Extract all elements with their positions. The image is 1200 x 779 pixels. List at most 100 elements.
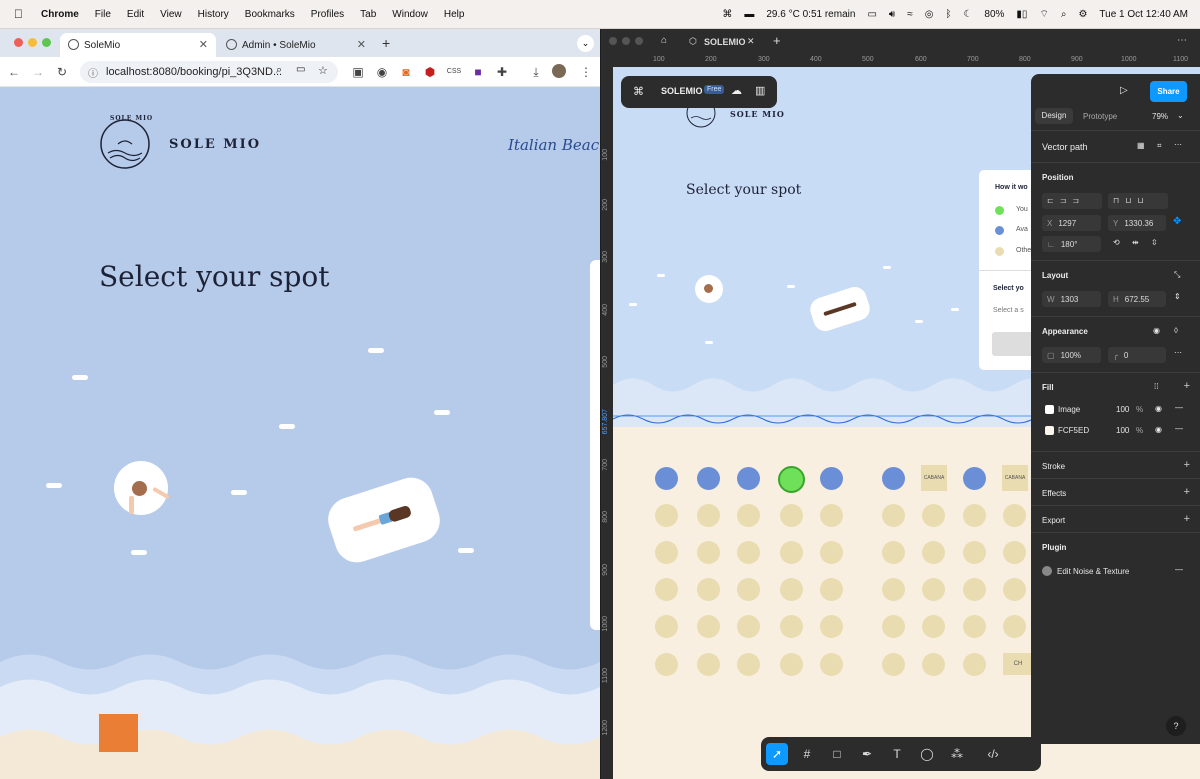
move-tool-icon[interactable]: ➚ (766, 743, 788, 765)
fill-swatch[interactable] (1045, 426, 1054, 435)
flip-vertical-icon[interactable]: ⇳ (1151, 238, 1158, 247)
more-icon[interactable]: ⋯ (1174, 348, 1182, 357)
x-field[interactable]: X 1297 (1042, 215, 1101, 231)
spot-other[interactable] (922, 578, 945, 601)
spot-other[interactable] (922, 615, 945, 638)
extension-icon[interactable]: ▣ (350, 64, 366, 80)
remove-fill-icon[interactable]: — (1175, 424, 1183, 433)
add-export-icon[interactable]: + (1184, 513, 1190, 525)
add-effect-icon[interactable]: + (1184, 486, 1190, 498)
spot-other[interactable] (922, 504, 945, 527)
zoom-lens-icon[interactable]: ⌕ (276, 64, 282, 77)
camera-icon[interactable]: ◉ (374, 64, 390, 80)
spot-available[interactable] (882, 467, 905, 490)
spot-other[interactable] (963, 504, 986, 527)
display-icon[interactable]: ▭ (867, 9, 876, 20)
spot-other[interactable] (963, 541, 986, 564)
profile-avatar[interactable] (552, 64, 566, 78)
cabana[interactable]: CABANA (1002, 465, 1028, 491)
home-icon[interactable]: ⌂ (661, 35, 667, 46)
spot-other[interactable] (882, 615, 905, 638)
fill-row[interactable]: FCF5ED 100 % (1042, 423, 1143, 439)
file-name[interactable]: SOLEMIO (661, 86, 703, 96)
menu-history[interactable]: History (190, 9, 237, 20)
spot-other[interactable] (882, 578, 905, 601)
spot-available[interactable] (820, 467, 843, 490)
new-tab-icon[interactable]: + (382, 35, 390, 51)
bluetooth-icon[interactable]: ᛒ (945, 9, 951, 20)
tab-search-icon[interactable]: ⌄ (577, 35, 594, 52)
spot-other[interactable] (820, 541, 843, 564)
align-horizontal-group[interactable]: ⊏⊐⊐ (1042, 193, 1102, 209)
more-icon[interactable]: ⋯ (1174, 140, 1182, 149)
spot-other[interactable] (697, 504, 720, 527)
puzzle-icon[interactable]: ✚ (494, 64, 510, 80)
rss-icon[interactable]: ◙ (398, 64, 414, 80)
adblock-icon[interactable]: ⬢ (422, 64, 438, 80)
spot-other[interactable] (820, 578, 843, 601)
eye-icon[interactable]: ◉ (1155, 404, 1162, 413)
zoom-window-button[interactable] (42, 38, 51, 47)
present-icon[interactable]: ▷ (1120, 85, 1128, 96)
cta-orange-block[interactable] (99, 714, 138, 752)
close-window-button[interactable] (609, 37, 617, 45)
brand-name[interactable]: SOLE MIO (169, 137, 261, 152)
spot-other[interactable] (655, 615, 678, 638)
spot-other[interactable] (737, 504, 760, 527)
spot-other[interactable] (780, 615, 803, 638)
spot-available[interactable] (963, 467, 986, 490)
spot-other[interactable] (737, 615, 760, 638)
datetime[interactable]: Tue 1 Oct 12:40 AM (1099, 9, 1188, 20)
spot-other[interactable] (655, 578, 678, 601)
fill-opacity[interactable]: 100 (1116, 405, 1129, 414)
close-window-button[interactable] (14, 38, 23, 47)
download-icon[interactable]: ⤓ (528, 64, 544, 80)
text-tool-icon[interactable]: T (886, 743, 908, 765)
frame-tool-icon[interactable]: # (796, 743, 818, 765)
eye-icon[interactable]: ◉ (1153, 326, 1160, 335)
minimize-window-button[interactable] (28, 38, 37, 47)
menu-app-chrome[interactable]: Chrome (33, 9, 87, 20)
opacity-field[interactable]: ▢ 100% (1042, 347, 1101, 363)
cabana[interactable]: CABANA (921, 465, 947, 491)
spot-other[interactable] (780, 504, 803, 527)
spot-other[interactable] (882, 504, 905, 527)
tab-admin[interactable]: Admin • SoleMio ✕ (218, 33, 374, 57)
spot-other[interactable] (655, 541, 678, 564)
rectangle-tool-icon[interactable]: □ (826, 743, 848, 765)
sidebar-toggle-icon[interactable]: ▥ (755, 84, 765, 97)
reload-icon[interactable]: ↻ (54, 64, 70, 80)
drop-icon[interactable]: ◊ (1174, 326, 1178, 335)
minimize-window-button[interactable] (622, 37, 630, 45)
menu-file[interactable]: File (87, 9, 119, 20)
pen-tool-icon[interactable]: ✒ (856, 743, 878, 765)
spot-other[interactable] (820, 615, 843, 638)
battery-percent[interactable]: 80% (984, 9, 1004, 20)
spot-other[interactable] (922, 653, 945, 676)
spot-other[interactable] (655, 504, 678, 527)
forward-icon[interactable]: → (30, 64, 46, 80)
spot-other[interactable] (963, 653, 986, 676)
fill-row[interactable]: Image 100 % (1042, 402, 1143, 418)
corner-radius-field[interactable]: ╭ 0 (1108, 347, 1166, 363)
menu-edit[interactable]: Edit (119, 9, 152, 20)
spot-other[interactable] (737, 541, 760, 564)
weather-status[interactable]: 29.6 °C 0:51 remain (766, 9, 855, 20)
more-menu-icon[interactable]: ⋮ (578, 64, 594, 80)
align-vertical-group[interactable]: ⊓⊔⊔ (1108, 193, 1168, 209)
spot-other[interactable] (820, 653, 843, 676)
add-stroke-icon[interactable]: + (1184, 459, 1190, 471)
height-field[interactable]: H 672.55 (1108, 291, 1166, 307)
menu-profiles[interactable]: Profiles (303, 9, 352, 20)
spot-other[interactable] (922, 541, 945, 564)
bookmark-star-icon[interactable]: ☆ (318, 64, 328, 77)
window-icon[interactable]: ▬ (744, 9, 754, 20)
resize-icon[interactable]: ⤡ (1174, 270, 1180, 280)
cabana-partial[interactable]: CH (1003, 653, 1033, 675)
remove-fill-icon[interactable]: — (1175, 403, 1183, 412)
zoom-window-button[interactable] (635, 37, 643, 45)
menu-view[interactable]: View (152, 9, 190, 20)
help-button[interactable]: ? (1166, 716, 1186, 736)
fill-opacity[interactable]: 100 (1116, 426, 1129, 435)
y-field[interactable]: Y 1330.36 (1108, 215, 1166, 231)
